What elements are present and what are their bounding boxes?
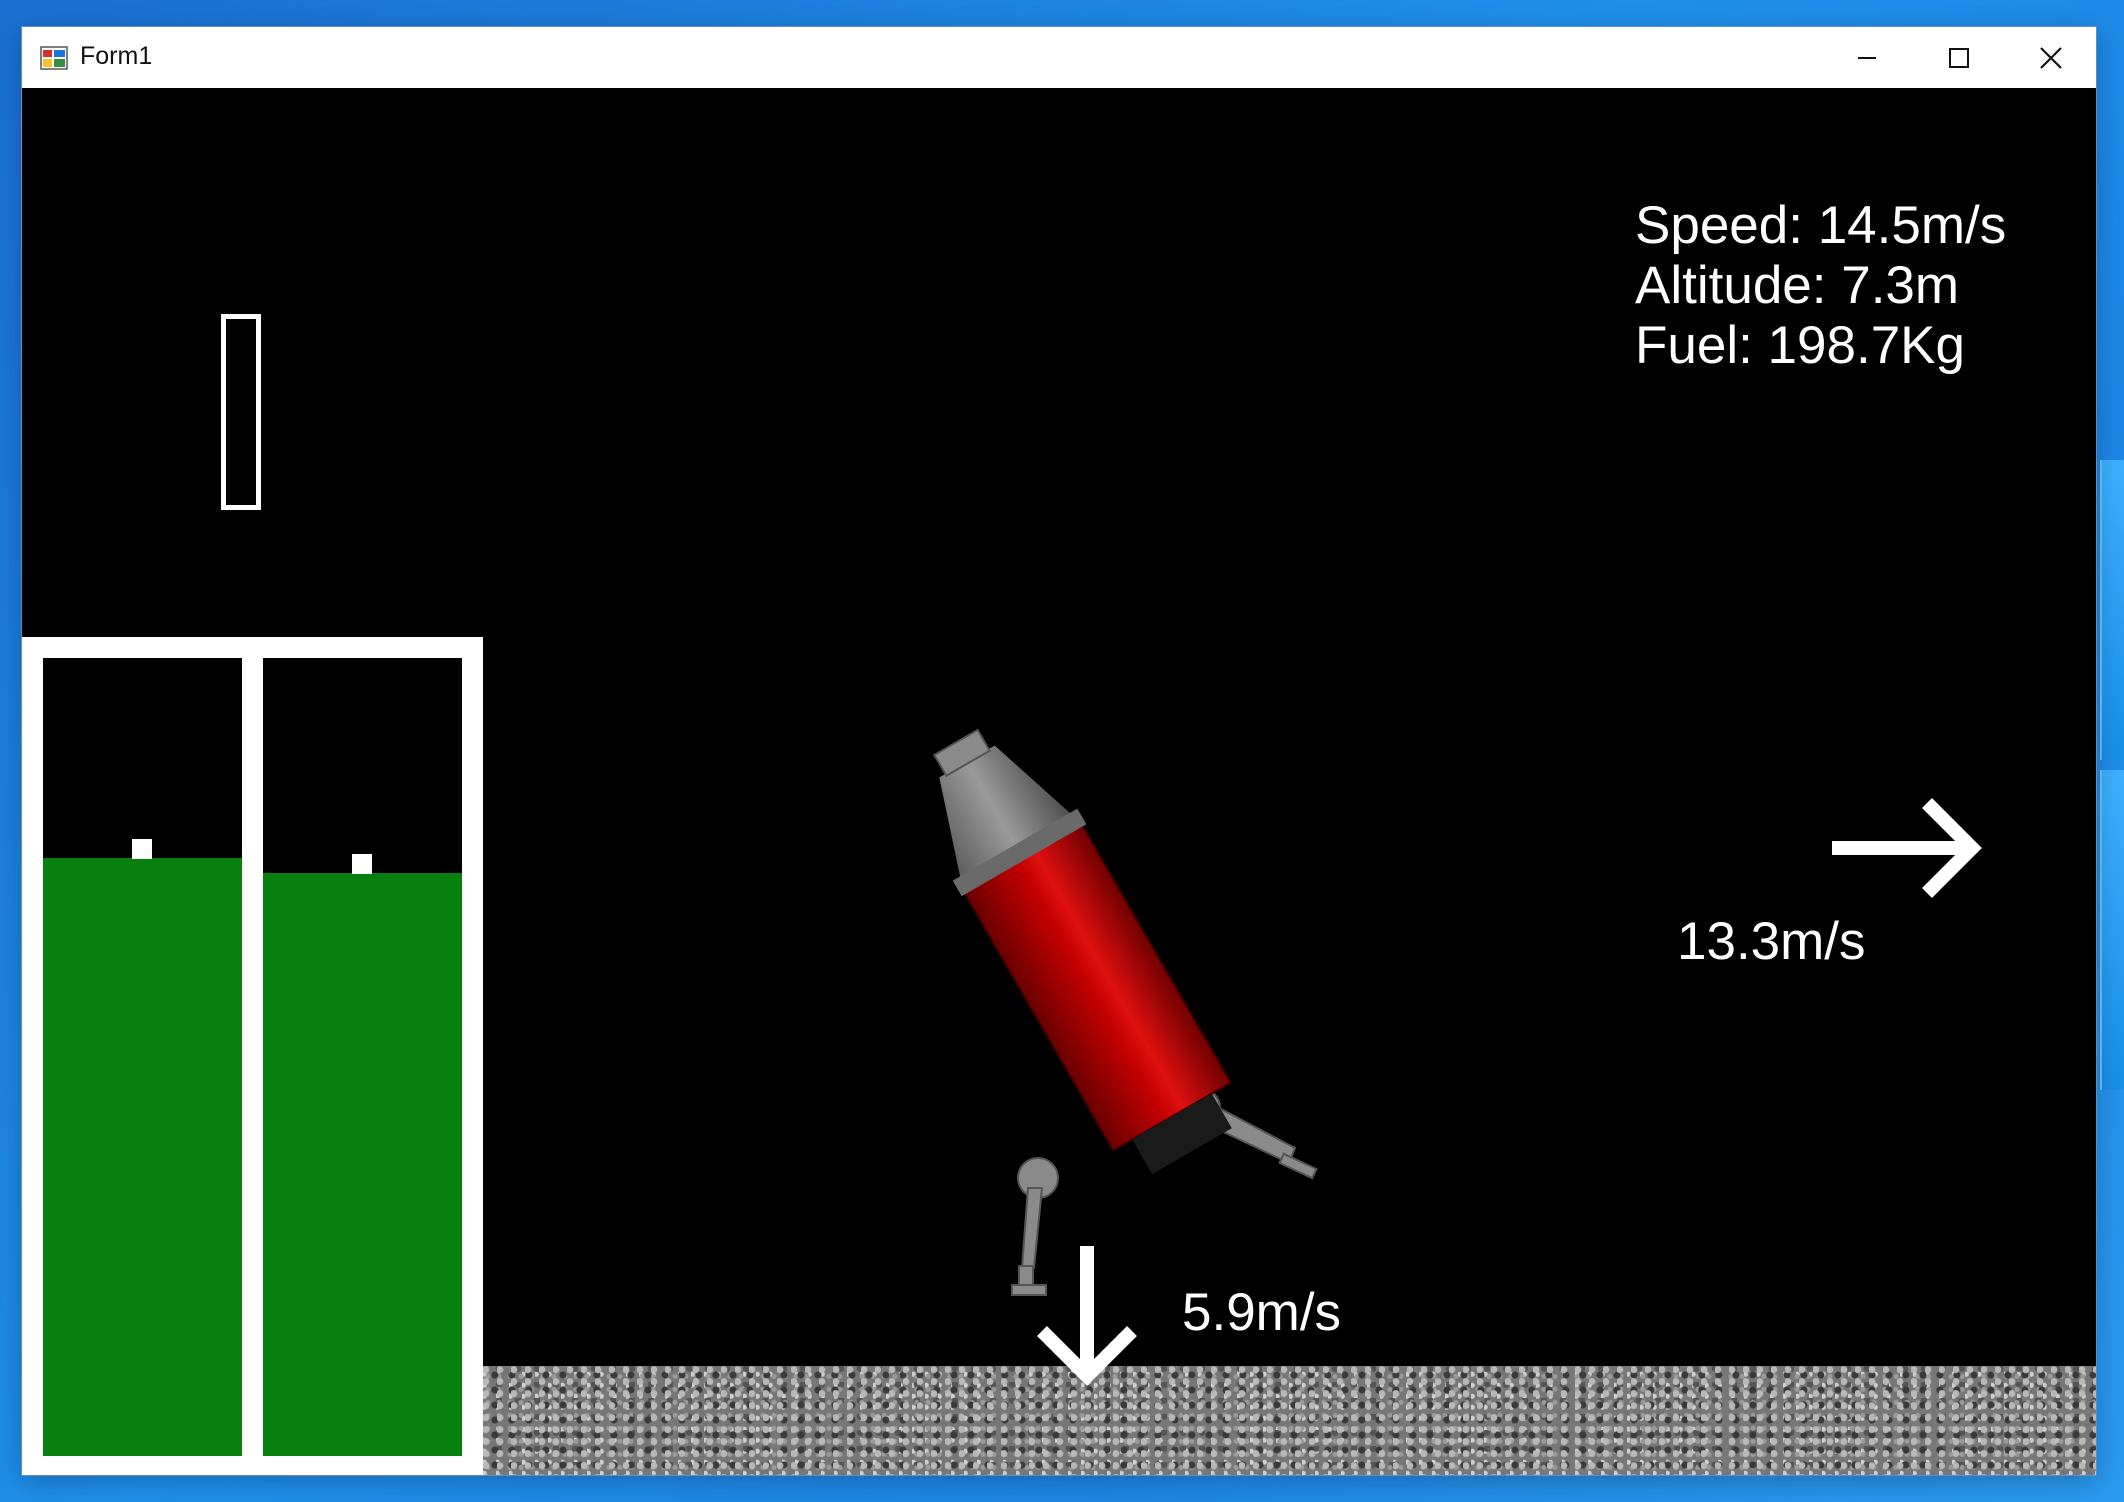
minimize-button[interactable] (1821, 27, 1913, 88)
speed-readout: Speed: 14.5m/s (1635, 196, 2007, 255)
wallpaper-accent-bottom (2100, 770, 2124, 1090)
gravel-ground (483, 1366, 2096, 1475)
maximize-button[interactable] (1913, 27, 2005, 88)
fuel-tank-panel (22, 637, 483, 1475)
arrow-down-icon (1037, 1246, 1137, 1386)
close-icon (2040, 46, 2062, 69)
vertical-velocity-label: 5.9m/s (1182, 1283, 1342, 1342)
minimize-icon (1858, 56, 1876, 59)
altitude-readout: Altitude: 7.3m (1635, 256, 1960, 315)
horizontal-velocity-label: 13.3m/s (1677, 912, 1866, 971)
game-canvas[interactable]: Speed: 14.5m/s Altitude: 7.3m Fuel: 198.… (22, 88, 2096, 1475)
title-bar[interactable]: Form1 (22, 27, 2096, 88)
right-tank-fill (263, 873, 462, 1456)
right-tank-marker (352, 854, 372, 875)
right-fuel-tank (263, 658, 462, 1456)
app-form-icon (40, 46, 68, 70)
arrow-right-icon (1832, 798, 1982, 898)
wallpaper-accent-top (2100, 460, 2124, 760)
fuel-readout: Fuel: 198.7Kg (1635, 316, 1966, 375)
thrust-gauge (221, 314, 261, 510)
hud-panel: Speed: 14.5m/s Altitude: 7.3m Fuel: 198.… (1635, 196, 2006, 376)
app-window: Form1 Speed: 14.5m/s Altitude: 7.3m Fuel… (22, 27, 2096, 1475)
window-title: Form1 (80, 42, 153, 70)
close-button[interactable] (2005, 27, 2097, 88)
left-tank-marker (132, 838, 152, 859)
left-fuel-tank (43, 658, 242, 1456)
maximize-icon (1949, 47, 1969, 68)
left-tank-fill (43, 857, 242, 1456)
